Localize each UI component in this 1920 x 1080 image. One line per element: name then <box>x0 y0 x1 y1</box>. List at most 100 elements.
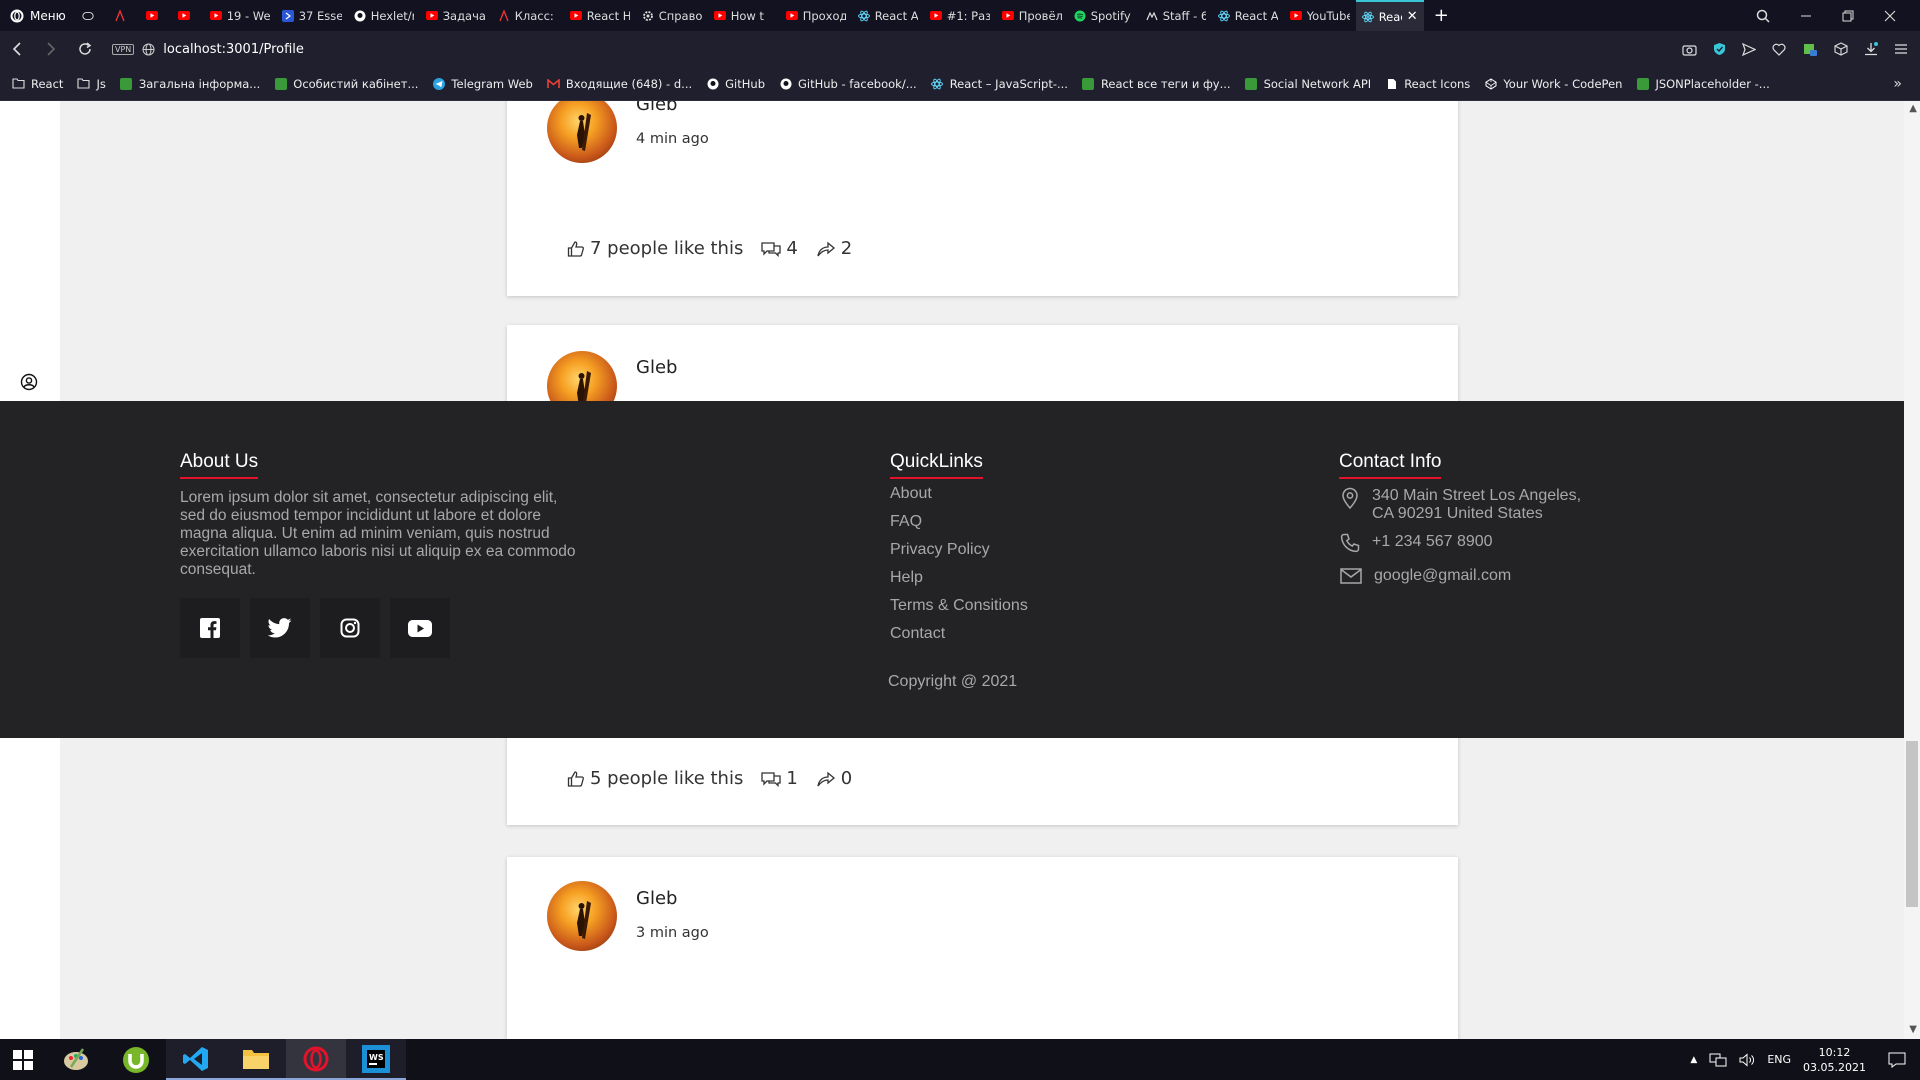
tab-item[interactable]: YouTube <box>1284 0 1356 31</box>
tab-item[interactable]: Провёл 2 <box>996 0 1068 31</box>
bookmark-item[interactable]: Загальна інформа... <box>120 77 260 91</box>
restore-icon[interactable] <box>1842 10 1854 22</box>
footer-link-help[interactable]: Help <box>890 569 1028 590</box>
footer-link-terms[interactable]: Terms & Consitions <box>890 597 1028 618</box>
like-button[interactable]: 5 people like this <box>567 768 743 789</box>
tab-item[interactable]: Класс: ба <box>492 0 564 31</box>
taskbar-webstorm-app[interactable]: WS <box>346 1039 406 1080</box>
tab-item[interactable]: 37 Essent <box>276 0 348 31</box>
avatar[interactable] <box>547 881 617 951</box>
cube-icon[interactable] <box>1834 42 1848 56</box>
opera-menu-button[interactable]: Меню <box>0 0 76 31</box>
avatar[interactable] <box>547 101 617 163</box>
easy-setup-icon[interactable] <box>1894 43 1908 55</box>
facebook-button[interactable] <box>180 598 240 658</box>
forward-button[interactable] <box>34 42 68 56</box>
scroll-down-arrow-icon[interactable]: ▼ <box>1909 1024 1917 1035</box>
clock[interactable]: 10:12 03.05.2021 <box>1803 1045 1866 1075</box>
download-icon[interactable] <box>1864 42 1878 56</box>
chevron-double-right-icon[interactable]: » <box>1893 76 1902 92</box>
reload-button[interactable] <box>68 42 102 56</box>
tab-active-react[interactable]: React ✕ <box>1355 0 1424 31</box>
comments-button[interactable]: 4 <box>761 238 798 259</box>
close-tab-icon[interactable]: ✕ <box>1407 9 1418 24</box>
bookmark-item[interactable]: JSONPlaceholder -... <box>1636 77 1770 91</box>
shield-icon[interactable] <box>1713 42 1726 56</box>
tab-item[interactable]: #1: Разра <box>924 0 996 31</box>
heart-icon[interactable] <box>1772 43 1786 56</box>
back-button[interactable] <box>0 42 34 56</box>
minimize-icon[interactable] <box>1800 10 1812 22</box>
comments-button[interactable]: 1 <box>761 768 798 789</box>
taskbar-opera-app[interactable] <box>286 1039 346 1080</box>
tab-item[interactable] <box>172 0 204 31</box>
footer-link-contact[interactable]: Contact <box>890 625 1028 646</box>
bookmark-item[interactable]: GitHub <box>706 77 765 91</box>
youtube-icon <box>145 10 158 22</box>
email-address[interactable]: google@gmail.com <box>1374 567 1511 585</box>
bookmark-item[interactable]: React все теги и фу... <box>1082 77 1231 91</box>
footer-link-about[interactable]: About <box>890 485 1028 506</box>
tab-item[interactable] <box>108 0 140 31</box>
scroll-up-arrow-icon[interactable]: ▲ <box>1909 103 1917 114</box>
bookmark-item[interactable]: GitHub - facebook/... <box>779 77 917 91</box>
phone-number[interactable]: +1 234 567 8900 <box>1372 533 1493 553</box>
page-scrollbar[interactable]: ▲ ▼ <box>1904 101 1920 1039</box>
extension-icon[interactable] <box>1802 41 1818 57</box>
vpn-badge[interactable]: VPN <box>112 43 135 55</box>
tab-item[interactable]: Проходи <box>780 0 852 31</box>
new-tab-button[interactable]: + <box>1424 5 1459 26</box>
volume-icon[interactable] <box>1739 1052 1755 1067</box>
user-circle-icon[interactable] <box>20 373 38 391</box>
bookmark-item[interactable]: Особистий кабінет... <box>274 77 418 91</box>
taskbar-explorer-app[interactable] <box>226 1039 286 1080</box>
tab-item[interactable]: Справочн <box>636 0 708 31</box>
search-tabs-icon[interactable] <box>1756 9 1770 23</box>
youtube-button[interactable] <box>390 598 450 658</box>
bookmark-item[interactable]: React Icons <box>1385 77 1470 91</box>
like-button[interactable]: 7 people like this <box>567 238 743 259</box>
tab-item[interactable]: React API <box>852 0 924 31</box>
post-author[interactable]: Gleb <box>636 357 677 378</box>
tab-item[interactable]: React Hoo <box>564 0 636 31</box>
scrollbar-thumb[interactable] <box>1906 741 1918 907</box>
post-author[interactable]: Gleb <box>636 888 677 909</box>
language-indicator[interactable]: ENG <box>1767 1053 1791 1066</box>
network-icon[interactable] <box>1709 1053 1727 1067</box>
tab-item[interactable]: Hexlet/ru <box>348 0 420 31</box>
bookmark-item[interactable]: React – JavaScript-... <box>931 77 1068 91</box>
bookmark-item[interactable]: Your Work - CodePen <box>1484 77 1622 91</box>
tab-item[interactable]: How t <box>708 0 780 31</box>
bookmark-item[interactable]: Js <box>77 77 106 91</box>
tab-item[interactable]: React Ap <box>1212 0 1284 31</box>
tab-item[interactable] <box>76 0 108 31</box>
bookmark-item[interactable]: Входящие (648) - d... <box>547 77 692 91</box>
thumbs-up-icon <box>567 770 585 788</box>
taskbar-vscode-app[interactable] <box>166 1039 226 1080</box>
taskbar-paint-app[interactable] <box>46 1039 106 1080</box>
tab-item[interactable]: Задача с <box>420 0 492 31</box>
footer-link-faq[interactable]: FAQ <box>890 513 1028 534</box>
tab-item[interactable]: Spotify – <box>1068 0 1140 31</box>
notifications-icon[interactable] <box>1888 1052 1906 1068</box>
tab-item[interactable]: Staff - 6p <box>1140 0 1212 31</box>
tab-item[interactable] <box>140 0 172 31</box>
share-button[interactable]: 2 <box>816 238 852 259</box>
instagram-button[interactable] <box>320 598 380 658</box>
start-button[interactable] <box>0 1039 46 1080</box>
post-author[interactable]: Gleb <box>636 101 677 115</box>
footer-link-privacy-policy[interactable]: Privacy Policy <box>890 541 1028 562</box>
bookmark-item[interactable]: Social Network API <box>1245 77 1371 91</box>
camera-icon[interactable] <box>1682 43 1697 56</box>
taskbar-utorrent-app[interactable] <box>106 1039 166 1080</box>
tab-label: Проходи <box>802 8 846 23</box>
bookmark-item[interactable]: Telegram Web <box>432 77 533 91</box>
bookmark-item[interactable]: React <box>12 77 63 91</box>
twitter-button[interactable] <box>250 598 310 658</box>
tab-item[interactable]: 19 - Web <box>204 0 276 31</box>
url-field[interactable]: localhost:3001/Profile <box>163 42 304 57</box>
share-button[interactable]: 0 <box>816 768 852 789</box>
close-window-icon[interactable] <box>1884 10 1896 22</box>
send-icon[interactable] <box>1742 42 1756 56</box>
chevron-up-icon[interactable]: ▲ <box>1690 1055 1697 1065</box>
